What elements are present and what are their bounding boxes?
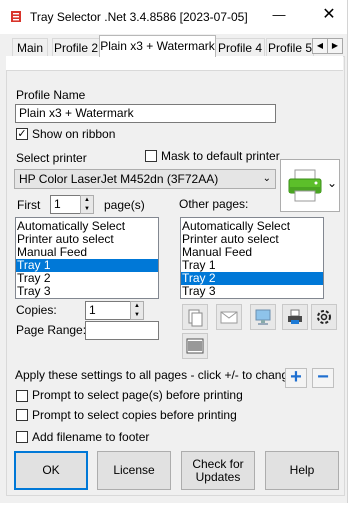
copy-pages-icon — [188, 309, 203, 327]
app-icon — [11, 11, 21, 22]
plus-button[interactable]: + — [285, 367, 307, 388]
other-tray-listbox[interactable]: Automatically Select Printer auto select… — [180, 217, 324, 299]
prompt-copies-label: Prompt to select copies before printing — [32, 408, 237, 422]
page-range-input[interactable] — [85, 321, 159, 340]
pages-unit-label: page(s) — [104, 198, 145, 212]
printer-icon-button[interactable]: ⌄ — [280, 159, 340, 212]
printer-tray-icon — [288, 309, 302, 324]
spin-down-icon[interactable]: ▼ — [131, 311, 143, 320]
tab-page-header — [6, 56, 343, 71]
first-pages-input[interactable]: 1 — [50, 195, 81, 214]
prompt-pages-label: Prompt to select page(s) before printing — [32, 388, 243, 402]
monitor-icon — [255, 309, 271, 325]
copies-input[interactable]: 1 — [85, 301, 131, 320]
page-range-label: Page Range: — [16, 323, 87, 337]
help-button[interactable]: Help — [265, 451, 339, 490]
envelope-icon — [220, 311, 238, 324]
prompt-pages-checkbox[interactable] — [16, 390, 28, 402]
printer-tray-button[interactable] — [282, 304, 308, 330]
tab-profile-5[interactable]: Profile 5 — [266, 38, 314, 57]
spin-up-icon[interactable]: ▲ — [131, 302, 143, 311]
list-item[interactable]: Tray 3 — [181, 285, 323, 298]
tab-scroll-left-icon[interactable]: ◀ — [312, 38, 328, 54]
title-bar: Tray Selector .Net 3.4.8586 [2023-07-05]… — [0, 0, 347, 34]
mask-default-printer-label: Mask to default printer — [161, 149, 280, 163]
barcode-button[interactable] — [182, 333, 208, 359]
first-label: First — [17, 198, 41, 212]
barcode-icon — [186, 338, 204, 354]
spin-up-icon[interactable]: ▲ — [81, 196, 93, 205]
printer-select-value: HP Color LaserJet M452dn (3F72AA) — [19, 172, 219, 186]
tab-scroll-right-icon[interactable]: ▶ — [327, 38, 343, 54]
copies-label: Copies: — [16, 303, 57, 317]
license-button[interactable]: License — [97, 451, 171, 490]
show-on-ribbon-checkbox[interactable]: ✓ — [16, 128, 28, 140]
other-pages-label: Other pages: — [179, 197, 249, 211]
ok-button[interactable]: OK — [14, 451, 88, 490]
app-window: Tray Selector .Net 3.4.8586 [2023-07-05]… — [0, 0, 348, 503]
settings-button[interactable] — [311, 304, 337, 330]
add-filename-label: Add filename to footer — [32, 430, 150, 444]
tab-profile-4[interactable]: Profile 4 — [215, 38, 265, 57]
chevron-down-icon: ⌄ — [327, 176, 338, 190]
tab-profile-2[interactable]: Profile 2 — [52, 38, 100, 57]
chevron-down-icon: ⌄ — [262, 173, 271, 184]
gear-icon — [317, 310, 331, 324]
copy-pages-button[interactable] — [182, 304, 208, 330]
tab-plain-x3-watermark[interactable]: Plain x3 + Watermark — [99, 35, 216, 57]
minus-button[interactable]: − — [312, 367, 334, 388]
add-filename-checkbox[interactable] — [16, 431, 28, 443]
copies-stepper[interactable]: ▲ ▼ — [130, 301, 144, 320]
list-item[interactable]: Tray 3 — [16, 285, 158, 298]
prompt-copies-checkbox[interactable] — [16, 409, 28, 421]
first-pages-stepper[interactable]: ▲ ▼ — [80, 195, 94, 214]
close-button[interactable]: ✕ — [318, 5, 340, 27]
tab-main[interactable]: Main — [12, 38, 48, 57]
monitor-button[interactable] — [250, 304, 276, 330]
check-updates-button[interactable]: Check for Updates — [181, 451, 255, 490]
mask-default-printer-checkbox[interactable] — [145, 150, 157, 162]
profile-name-label: Profile Name — [16, 88, 86, 102]
first-tray-listbox[interactable]: Automatically Select Printer auto select… — [15, 217, 159, 299]
envelope-button[interactable] — [216, 304, 242, 330]
printer-select[interactable]: HP Color LaserJet M452dn (3F72AA) ⌄ — [14, 169, 276, 189]
printer-icon — [288, 169, 322, 202]
window-title: Tray Selector .Net 3.4.8586 [2023-07-05] — [30, 10, 248, 24]
select-printer-label: Select printer — [16, 151, 87, 165]
minimize-button[interactable]: — — [268, 5, 290, 27]
apply-settings-label: Apply these settings to all pages - clic… — [15, 368, 295, 382]
spin-down-icon[interactable]: ▼ — [81, 205, 93, 214]
profile-name-input[interactable]: Plain x3 + Watermark — [15, 104, 276, 123]
show-on-ribbon-label: Show on ribbon — [32, 127, 116, 141]
